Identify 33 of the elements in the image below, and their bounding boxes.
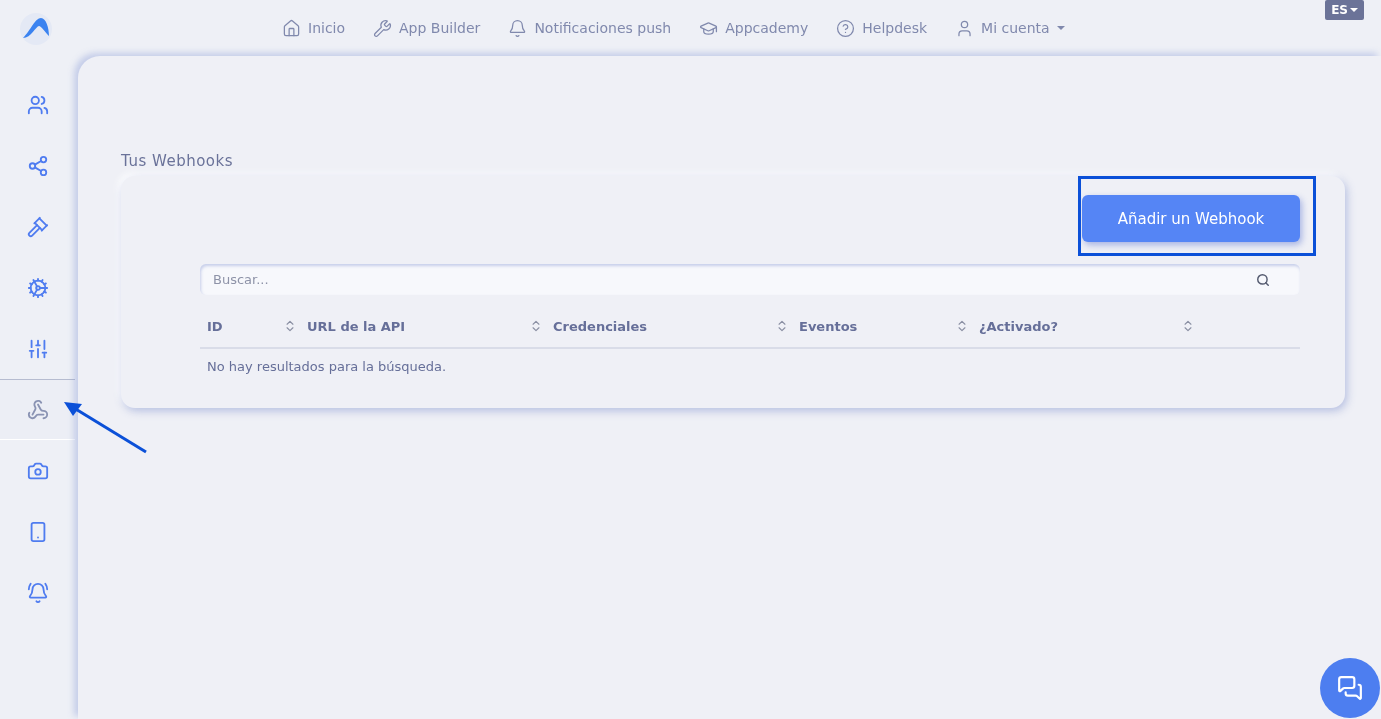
- nav-link[interactable]: App Builder: [373, 18, 481, 38]
- wrench-icon: [373, 18, 393, 38]
- nav-link[interactable]: Helpdesk: [836, 18, 928, 38]
- users-icon: [26, 93, 49, 116]
- column-header[interactable]: ID: [207, 318, 283, 334]
- caret-icon: [1350, 8, 1358, 12]
- share-icon: [26, 154, 49, 177]
- chat-icon: [1337, 675, 1363, 701]
- home-icon: [282, 18, 301, 38]
- section-title: Tus Webhooks: [121, 152, 235, 170]
- webhook-icon: [26, 398, 49, 421]
- help-icon: [836, 18, 856, 38]
- column-header[interactable]: Credenciales: [553, 318, 775, 334]
- search-icon: [1256, 272, 1270, 287]
- nav-link[interactable]: Notificaciones push: [508, 18, 672, 38]
- sliders-icon: [26, 337, 49, 360]
- nav-link[interactable]: Inicio: [282, 18, 346, 38]
- bell-icon: [26, 581, 49, 604]
- column-header[interactable]: Eventos: [799, 318, 955, 334]
- gear-icon: [26, 276, 49, 299]
- app-logo: [19, 12, 53, 46]
- nav-link[interactable]: Mi cuenta: [955, 18, 1065, 38]
- nav-link[interactable]: Appcademy: [699, 18, 809, 38]
- column-header[interactable]: ¿Activado?: [979, 318, 1181, 334]
- search-bar[interactable]: Buscar...: [200, 264, 1300, 295]
- bell-icon: [508, 18, 528, 38]
- column-header[interactable]: URL de la API: [307, 318, 529, 334]
- search-field[interactable]: Buscar...: [211, 271, 1256, 288]
- sidebar-item[interactable]: [0, 379, 75, 440]
- empty-message: No hay resultados para la búsqueda.: [206, 358, 448, 376]
- gavel-icon: [26, 215, 49, 238]
- add-webhook-button[interactable]: Añadir un Webhook: [1082, 195, 1300, 242]
- language-selector[interactable]: ES: [1325, 0, 1364, 20]
